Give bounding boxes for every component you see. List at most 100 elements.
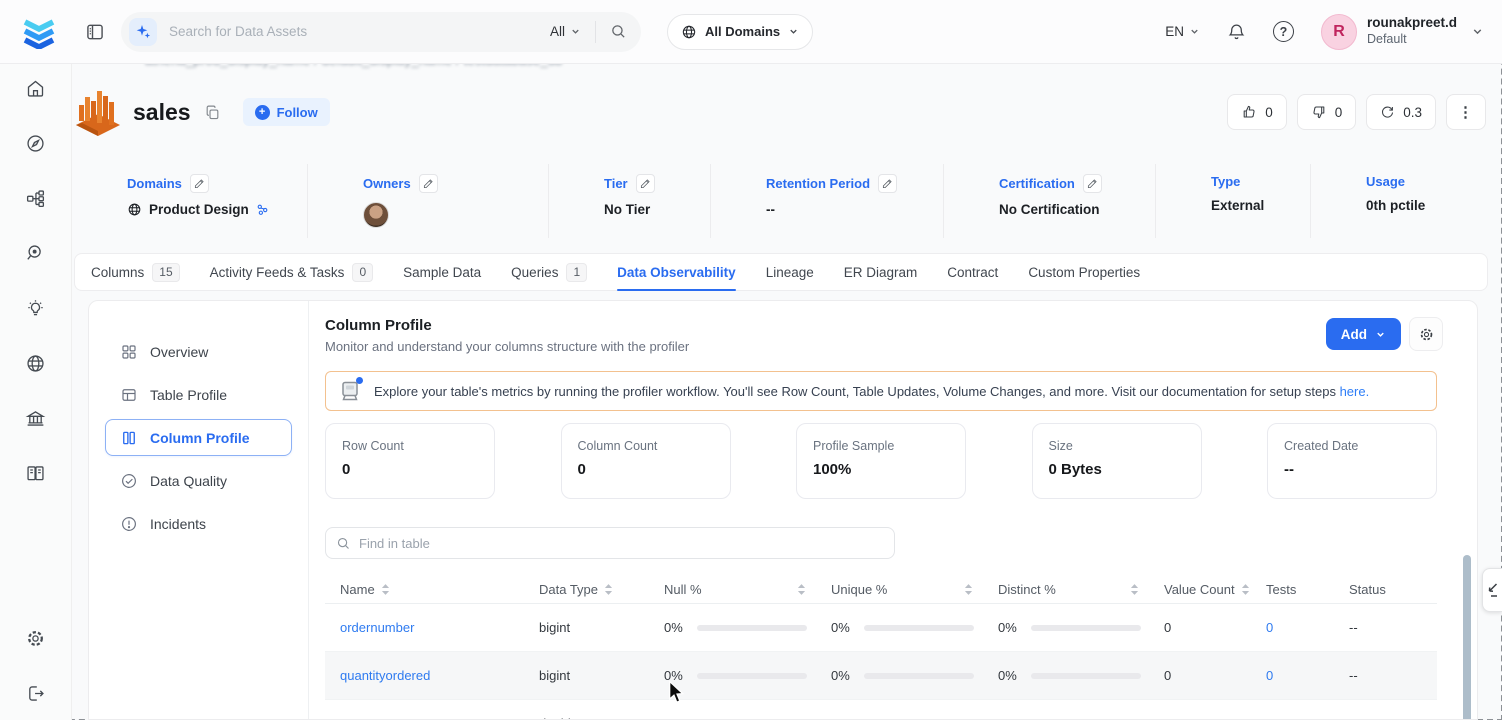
nav-data-quality[interactable]: Data Quality [105, 462, 292, 499]
home-icon[interactable] [25, 78, 46, 99]
search-scope-dropdown[interactable]: All [550, 24, 581, 39]
user-avatar[interactable]: R [1320, 13, 1357, 50]
thumbs-down-icon [1313, 106, 1325, 119]
grid-icon [122, 344, 136, 359]
all-domains-dropdown[interactable]: All Domains [667, 13, 814, 50]
table-row: ordernumber bigint 0% 0% 0% 0 0 -- [325, 604, 1437, 652]
panel-subtitle: Monitor and understand your columns stru… [325, 339, 690, 354]
tests-link[interactable]: 0 [1266, 620, 1273, 635]
chevron-down-icon [572, 29, 579, 34]
tab-sample-data[interactable]: Sample Data [403, 253, 481, 291]
meta-type: Type External [1155, 164, 1310, 238]
tab-custom-properties[interactable]: Custom Properties [1028, 253, 1140, 291]
tab-contract[interactable]: Contract [947, 253, 998, 291]
profiler-settings-button[interactable] [1409, 317, 1443, 351]
collate-logo-icon[interactable] [20, 14, 58, 50]
user-team: Default [1366, 32, 1407, 47]
col-header-distinct[interactable]: Distinct % [983, 582, 1149, 597]
column-name-link[interactable]: quantityordered [340, 668, 430, 683]
stat-created-date: Created Date -- [1267, 423, 1437, 499]
tab-lineage[interactable]: Lineage [766, 253, 814, 291]
top-bar: All All Domains EN [0, 0, 1502, 64]
col-header-value-count[interactable]: Value Count [1149, 582, 1251, 597]
downvote-button[interactable]: 0 [1296, 94, 1357, 130]
meta-domains: Domains Product Design [72, 164, 307, 238]
nav-incidents[interactable]: Incidents [105, 505, 292, 542]
tab-data-observability[interactable]: Data Observability [617, 253, 736, 291]
nav-table-profile[interactable]: Table Profile [105, 376, 292, 413]
stat-profile-sample: Profile Sample 100% [796, 423, 966, 499]
unique-progress-bar [863, 672, 974, 679]
athena-table-icon [76, 91, 120, 136]
tab-activity-feeds[interactable]: Activity Feeds & Tasks 0 [210, 253, 374, 291]
panel-scrollbar[interactable] [1463, 555, 1471, 719]
sort-icon [1241, 584, 1249, 595]
version-button[interactable]: 0.3 [1366, 94, 1436, 130]
user-menu[interactable]: rounakpreet.d Default [1367, 15, 1457, 48]
discovery-search-icon[interactable] [25, 243, 46, 264]
tab-er-diagram[interactable]: ER Diagram [844, 253, 918, 291]
null-progress-bar [696, 624, 807, 631]
copy-icon[interactable] [204, 104, 221, 121]
table-row: quantityordered bigint 0% 0% 0% 0 0 -- [325, 652, 1437, 700]
all-domains-label: All Domains [705, 24, 781, 39]
ai-sparkle-icon[interactable] [129, 17, 157, 46]
meta-retention: Retention Period -- [710, 164, 943, 238]
language-dropdown[interactable]: EN [1165, 24, 1200, 39]
user-menu-chevron-icon[interactable] [1471, 25, 1484, 38]
nav-column-profile[interactable]: Column Profile [105, 419, 292, 456]
owner-avatar[interactable] [363, 202, 389, 228]
edit-pencil-icon[interactable] [418, 174, 438, 193]
help-icon[interactable]: ? [1272, 21, 1294, 42]
governance-bank-icon[interactable] [25, 408, 46, 429]
follow-button[interactable]: + Follow [242, 98, 330, 126]
more-options-button[interactable]: ⋮ [1446, 94, 1486, 130]
search-icon[interactable] [610, 23, 627, 40]
sidebar-toggle-icon[interactable] [85, 22, 105, 42]
settings-gear-icon[interactable] [25, 628, 46, 649]
sitemap-icon[interactable] [25, 188, 46, 209]
tab-queries[interactable]: Queries 1 [511, 253, 588, 291]
search-scope-label: All [549, 24, 565, 39]
notifications-bell-icon[interactable] [1227, 22, 1246, 41]
follow-icon: + [254, 104, 270, 120]
logout-icon[interactable] [25, 683, 46, 704]
nav-overview[interactable]: Overview [105, 333, 292, 370]
find-in-table [325, 527, 895, 559]
sort-icon [381, 584, 389, 595]
add-button[interactable]: Add [1325, 318, 1401, 350]
upvote-button[interactable]: 0 [1227, 94, 1287, 130]
col-header-unique[interactable]: Unique % [816, 582, 983, 597]
edit-pencil-icon[interactable] [878, 174, 898, 193]
lightbulb-icon[interactable] [25, 298, 46, 319]
col-header-null[interactable]: Null % [649, 582, 816, 597]
tab-columns[interactable]: Columns 15 [91, 253, 180, 291]
col-header-data-type[interactable]: Data Type [524, 582, 649, 597]
user-name: rounakpreet.d [1366, 15, 1457, 31]
globe-icon[interactable] [25, 353, 46, 374]
tests-link[interactable]: 0 [1266, 716, 1273, 719]
summary-stats: Row Count 0 Column Count 0 Profile Sample 1… [325, 423, 1437, 499]
column-name-link[interactable]: ordernumber [340, 620, 414, 635]
check-circle-icon [122, 473, 136, 488]
side-panel-handle[interactable] [1482, 568, 1502, 612]
explore-compass-icon[interactable] [25, 133, 46, 154]
profiler-nav: Overview Table Profile Column Profile Da… [89, 301, 309, 719]
sort-icon [1130, 584, 1139, 595]
tests-link[interactable]: 0 [1266, 668, 1273, 683]
col-header-name[interactable]: Name [325, 582, 524, 597]
meta-owners: Owners [307, 164, 548, 238]
edit-pencil-icon[interactable] [1082, 174, 1102, 193]
edit-pencil-icon[interactable] [189, 174, 209, 193]
subdomain-icon [257, 204, 268, 215]
find-in-table-input[interactable] [359, 535, 884, 551]
global-search: All [121, 11, 641, 52]
chevron-down-icon [1377, 332, 1384, 337]
search-icon [337, 537, 349, 549]
sort-icon [604, 584, 613, 595]
columns-table: Name Data Type Null % Unique % Distinct … [325, 576, 1437, 719]
docs-link[interactable]: here. [1340, 384, 1370, 399]
glossary-book-icon[interactable] [25, 463, 46, 484]
edit-pencil-icon[interactable] [635, 174, 655, 193]
search-input[interactable] [169, 24, 550, 39]
